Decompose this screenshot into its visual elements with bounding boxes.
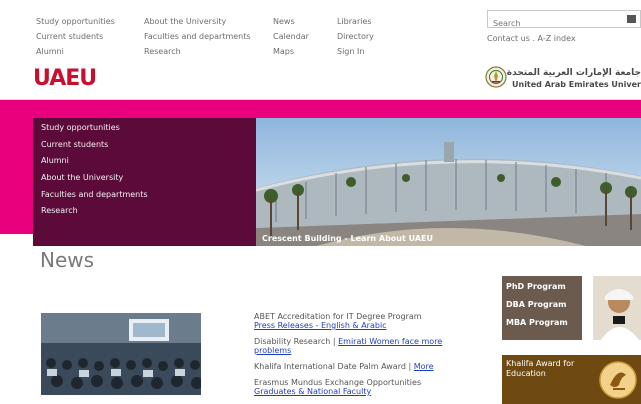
nav-column-2: About the University Faculties and depar… [144,14,251,59]
university-name-english: United Arab Emirates University [512,80,641,89]
nav-link-directory[interactable]: Directory [337,29,374,44]
nav-column-1: Study opportunities Current students Alu… [36,14,115,59]
news-photo[interactable] [41,313,201,395]
award-box[interactable]: Khalifa Award for Education [502,355,641,404]
program-link-dba[interactable]: DBA Program [502,296,582,314]
news-item-link[interactable]: More [414,362,434,371]
contact-links[interactable]: Contact us . A-Z index [487,34,576,43]
programs-box: PhD Program DBA Program MBA Program [502,276,582,340]
nav-link-maps[interactable]: Maps [273,44,309,59]
menu-item-research[interactable]: Research [33,203,256,220]
nav-link-sign-in[interactable]: Sign In [337,44,374,59]
university-seal-icon [485,66,507,88]
news-item: ABET Accreditation for IT Degree Program… [254,312,464,330]
menu-item-alumni[interactable]: Alumni [33,153,256,170]
news-item-link[interactable]: Press Releases - English & Arabic [254,321,387,330]
nav-column-4: Libraries Directory Sign In [337,14,374,59]
search-box [487,10,641,32]
crescent-building-photo [256,118,641,246]
nav-link-calendar[interactable]: Calendar [273,29,309,44]
nav-link-news[interactable]: News [273,14,309,29]
news-item-link[interactable]: Graduates & National Faculty [254,387,371,396]
menu-item-current-students[interactable]: Current students [33,137,256,154]
news-list: ABET Accreditation for IT Degree Program… [254,312,464,403]
top-navigation: Study opportunities Current students Alu… [0,0,641,100]
nav-link-about[interactable]: About the University [144,14,251,29]
graduate-photo[interactable] [593,276,641,340]
hero-caption[interactable]: Crescent Building - Learn About UAEU [262,234,433,243]
award-title: Khalifa Award for Education [506,359,575,378]
graduate-portrait [593,276,641,340]
main-menu: Study opportunities Current students Alu… [33,118,256,246]
nav-link-current-students[interactable]: Current students [36,29,115,44]
uaeu-logo[interactable]: UAEU [33,66,97,91]
news-item-title: Disability Research | [254,337,336,346]
program-link-mba[interactable]: MBA Program [502,314,582,332]
nav-link-alumni[interactable]: Alumni [36,44,115,59]
news-item-title: Erasmus Mundus Exchange Opportunities [254,378,422,387]
nav-column-3: News Calendar Maps [273,14,309,59]
menu-item-study-opportunities[interactable]: Study opportunities [33,120,256,137]
news-item-title: ABET Accreditation for IT Degree Program [254,312,422,321]
news-item: Erasmus Mundus Exchange Opportunities Gr… [254,378,464,396]
nav-link-faculties[interactable]: Faculties and departments [144,29,251,44]
menu-item-about[interactable]: About the University [33,170,256,187]
nav-link-research[interactable]: Research [144,44,251,59]
nav-link-libraries[interactable]: Libraries [337,14,374,29]
search-submit-icon[interactable] [627,15,636,23]
menu-item-faculties[interactable]: Faculties and departments [33,187,256,204]
hero-image[interactable]: Crescent Building - Learn About UAEU [256,118,641,246]
lecture-hall-photo [41,313,201,395]
news-item: Khalifa International Date Palm Award | … [254,362,464,371]
nav-link-study-opportunities[interactable]: Study opportunities [36,14,115,29]
award-emblem-icon [599,361,637,399]
news-item-title: Khalifa International Date Palm Award | [254,362,412,371]
news-item: Disability Research | Emirati Women face… [254,337,464,355]
university-name-arabic: جامعة الإمارات العربية المتحدة [506,68,641,78]
program-link-phd[interactable]: PhD Program [502,278,582,296]
news-heading: News [40,248,95,272]
search-input[interactable] [488,15,618,32]
